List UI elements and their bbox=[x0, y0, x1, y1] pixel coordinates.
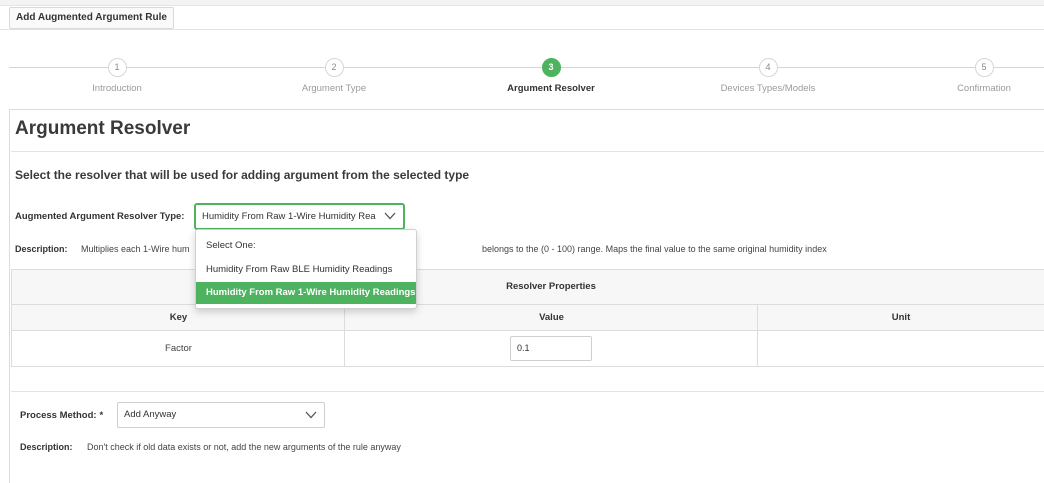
description-text-end: belongs to the (0 - 100) range. Maps the… bbox=[482, 244, 827, 254]
step-label: Argument Resolver bbox=[507, 83, 595, 94]
chevron-down-icon bbox=[384, 212, 396, 220]
process-method-select[interactable]: Add Anyway bbox=[117, 402, 325, 428]
dropdown-option-ble[interactable]: Humidity From Raw BLE Humidity Readings bbox=[196, 259, 416, 281]
column-header-unit: Unit bbox=[757, 305, 1044, 331]
wizard-step-2[interactable]: 2 Argument Type bbox=[254, 58, 414, 94]
resolver-type-select[interactable]: Humidity From Raw 1-Wire Humidity Rea bbox=[194, 203, 405, 230]
instruction-text: Select the resolver that will be used fo… bbox=[15, 168, 470, 182]
step-number-badge: 2 bbox=[324, 58, 344, 77]
process-method-label-text: Process Method: bbox=[20, 410, 97, 421]
description-label: Description: bbox=[20, 442, 73, 452]
properties-table-title: Resolver Properties bbox=[506, 281, 596, 292]
chevron-down-icon bbox=[305, 411, 317, 419]
factor-value-input[interactable]: 0.1 bbox=[510, 336, 592, 361]
title-divider bbox=[0, 29, 1044, 30]
table-cell-unit bbox=[757, 331, 1044, 367]
wizard-step-3[interactable]: 3 Argument Resolver bbox=[471, 58, 631, 94]
process-method-label: Process Method: * bbox=[20, 410, 103, 421]
description-text: Don't check if old data exists or not, a… bbox=[87, 442, 401, 452]
step-label: Confirmation bbox=[957, 83, 1011, 94]
resolver-type-label: Augmented Argument Resolver Type: bbox=[15, 211, 185, 222]
step-number-badge: 5 bbox=[974, 58, 994, 77]
step-number-badge: 1 bbox=[107, 58, 127, 77]
step-number-badge: 4 bbox=[758, 58, 778, 77]
step-label: Devices Types/Models bbox=[720, 83, 816, 94]
description-label: Description: bbox=[15, 244, 68, 254]
process-method-description: Description: Don't check if old data exi… bbox=[20, 442, 401, 452]
dropdown-option-placeholder[interactable]: Select One: bbox=[196, 235, 416, 257]
wizard-step-1[interactable]: 1 Introduction bbox=[37, 58, 197, 94]
table-cell-key: Factor bbox=[11, 331, 345, 367]
dropdown-option-1-wire[interactable]: Humidity From Raw 1-Wire Humidity Readin… bbox=[196, 282, 416, 304]
resolver-description: Description: Multiplies each 1-Wire hum … bbox=[15, 244, 827, 254]
section-title: Argument Resolver bbox=[15, 118, 191, 139]
wizard-step-4[interactable]: 4 Devices Types/Models bbox=[688, 58, 848, 94]
resolver-type-dropdown-menu: Select One: Humidity From Raw BLE Humidi… bbox=[195, 229, 417, 309]
wizard-step-5[interactable]: 5 Confirmation bbox=[884, 58, 1044, 94]
section-divider bbox=[11, 151, 1044, 152]
section-divider bbox=[11, 391, 1044, 392]
step-label: Argument Type bbox=[301, 83, 367, 94]
dialog-title-tab: Add Augmented Argument Rule bbox=[9, 7, 174, 29]
step-label: Introduction bbox=[92, 83, 142, 94]
top-bar bbox=[0, 0, 1044, 6]
process-method-value: Add Anyway bbox=[124, 409, 177, 420]
resolver-type-value: Humidity From Raw 1-Wire Humidity Rea bbox=[202, 211, 376, 222]
description-text-start: Multiplies each 1-Wire hum bbox=[81, 244, 190, 254]
step-number-badge: 3 bbox=[541, 58, 561, 77]
required-marker: * bbox=[99, 410, 104, 421]
